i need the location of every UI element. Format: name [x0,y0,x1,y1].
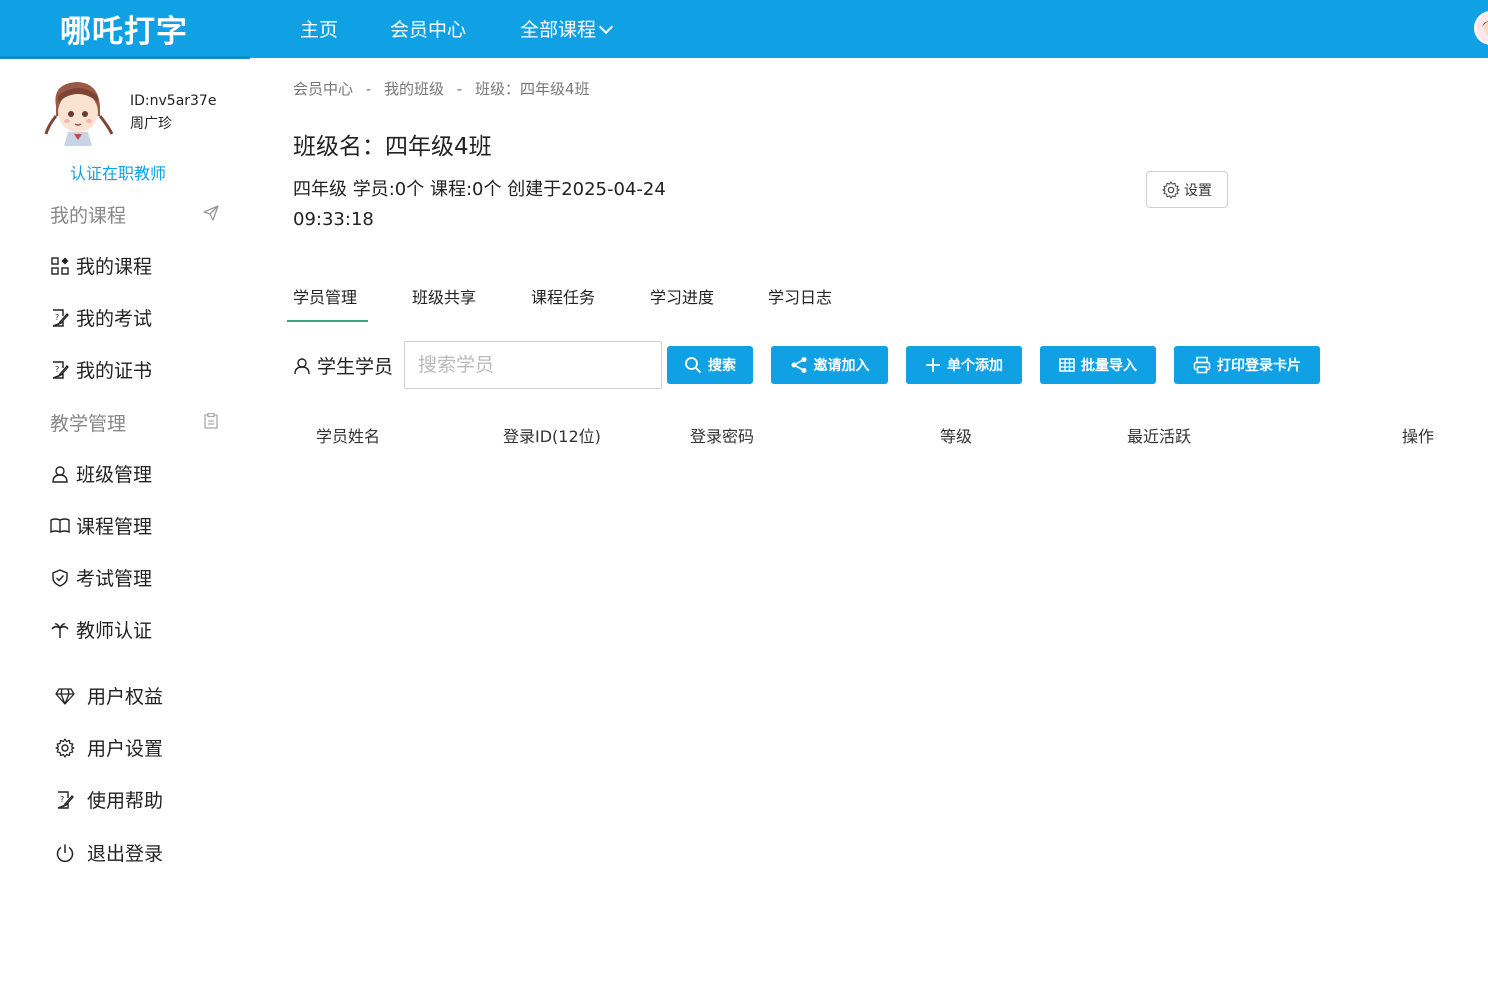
print-cards-button-label: 打印登录卡片 [1217,358,1301,374]
sidebar-item-label: 用户设置 [87,738,164,760]
book-icon [50,516,70,536]
logo-underline [0,56,250,59]
print-cards-button[interactable]: 打印登录卡片 [1174,346,1320,384]
table-header-last-active: 最近活跃 [1127,427,1192,446]
breadcrumb: 会员中心 - 我的班级 - 班级：四年级4班 [293,78,598,99]
sidebar-item-exam-management[interactable]: 考试管理 [50,564,152,591]
table-header-password: 登录密码 [690,427,755,446]
svg-text:?: ? [55,365,59,374]
table-header-login-id: 登录ID(12位) [503,427,601,446]
class-meta: 四年级 学员:0个 课程:0个 创建于2025-04-24 09:33:18 [293,179,666,230]
add-single-button-label: 单个添加 [947,358,1003,374]
svg-text:?: ? [60,795,64,804]
nav-all-courses-label: 全部课程 [520,19,597,41]
power-icon [55,843,75,863]
nav-all-courses[interactable]: 全部课程 [520,15,614,42]
tab-course-tasks[interactable]: 课程任务 [531,284,595,308]
edit-doc-icon: ? [50,308,70,328]
shield-check-icon [50,568,70,588]
nav-member-center[interactable]: 会员中心 [390,15,466,42]
sidebar-item-label: 退出登录 [87,843,164,865]
header-avatar[interactable] [1474,11,1488,45]
gear-icon [1162,180,1180,199]
search-button[interactable]: 搜索 [667,346,753,384]
gear-icon [55,737,75,758]
breadcrumb-separator: - [365,80,372,98]
batch-import-button[interactable]: 批量导入 [1040,346,1156,384]
tab-learning-log[interactable]: 学习日志 [768,284,832,308]
printer-icon [1193,356,1211,374]
table-header-level: 等级 [940,427,973,446]
certificate-icon: ? [50,360,70,380]
settings-button-label: 设置 [1184,182,1212,199]
sidebar-item-course-management[interactable]: 课程管理 [50,512,152,539]
sidebar-item-label: 我的证书 [76,360,153,382]
chevron-down-icon [598,19,614,35]
table-header-name: 学员姓名 [316,427,381,446]
sidebar-item-label: 课程管理 [76,516,153,538]
tab-active-indicator [287,320,368,322]
avatar[interactable] [42,76,118,148]
user-id: ID:nv5ar37e [130,93,217,109]
breadcrumb-separator: - [456,80,463,98]
student-label: 学生学员 [293,352,393,379]
nav-home[interactable]: 主页 [300,15,338,42]
svg-text:?: ? [55,313,59,322]
user-icon [294,357,310,374]
sidebar-item-label: 教师认证 [76,620,153,642]
palm-icon [50,620,70,640]
search-button-label: 搜索 [708,358,736,374]
breadcrumb-current-class: 班级：四年级4班 [475,80,590,98]
sidebar-item-my-courses[interactable]: 我的课程 [50,252,152,279]
search-icon [685,357,702,374]
batch-import-button-label: 批量导入 [1081,358,1137,374]
site-logo[interactable]: 哪吒打字 [60,6,188,51]
sidebar-item-label: 我的课程 [76,256,153,278]
sidebar-item-my-exams[interactable]: ? 我的考试 [50,304,152,331]
section-title-my-courses: 我的课程 [50,205,127,227]
tab-class-share[interactable]: 班级共享 [412,284,476,308]
sidebar-item-label: 班级管理 [76,464,153,486]
invite-button-label: 邀请加入 [813,358,870,374]
sidebar-item-label: 考试管理 [76,568,153,590]
section-title-teaching: 教学管理 [50,413,127,435]
sidebar-item-label: 我的考试 [76,308,153,330]
top-bar: 哪吒打字 主页 会员中心 全部课程 [0,0,1488,59]
add-single-button[interactable]: 单个添加 [906,346,1022,384]
sidebar-item-logout[interactable]: 退出登录 [55,839,163,866]
sidebar-item-class-management[interactable]: 班级管理 [50,460,152,487]
user-name: 周广珍 [130,116,172,132]
apps-icon [50,256,70,276]
table-icon [1059,358,1075,372]
user-icon [50,464,70,484]
tab-learning-progress[interactable]: 学习进度 [650,284,714,308]
search-input[interactable] [404,341,662,389]
table-header-actions: 操作 [1402,427,1435,446]
diamond-icon [55,686,75,706]
student-label-text: 学生学员 [317,356,394,378]
sidebar-item-user-settings[interactable]: 用户设置 [55,734,163,761]
tab-student-management[interactable]: 学员管理 [293,284,357,308]
sidebar-item-user-rights[interactable]: 用户权益 [55,682,163,709]
help-doc-icon: ? [55,790,75,810]
invite-button[interactable]: 邀请加入 [771,346,888,384]
breadcrumb-my-classes[interactable]: 我的班级 [384,80,444,98]
clipboard-icon [204,412,218,429]
page-title: 班级名：四年级4班 [293,134,492,160]
sidebar-item-help[interactable]: ? 使用帮助 [55,786,163,813]
plus-icon [926,358,940,372]
verify-teacher-link[interactable]: 认证在职教师 [70,160,166,184]
sidebar-item-label: 用户权益 [87,686,164,708]
sidebar-item-my-certificates[interactable]: ? 我的证书 [50,356,152,383]
send-icon [203,205,219,221]
breadcrumb-member-center[interactable]: 会员中心 [293,80,353,98]
share-icon [791,357,806,373]
settings-button[interactable]: 设置 [1146,171,1228,208]
sidebar-item-teacher-verify[interactable]: 教师认证 [50,616,152,643]
sidebar-item-label: 使用帮助 [87,790,164,812]
